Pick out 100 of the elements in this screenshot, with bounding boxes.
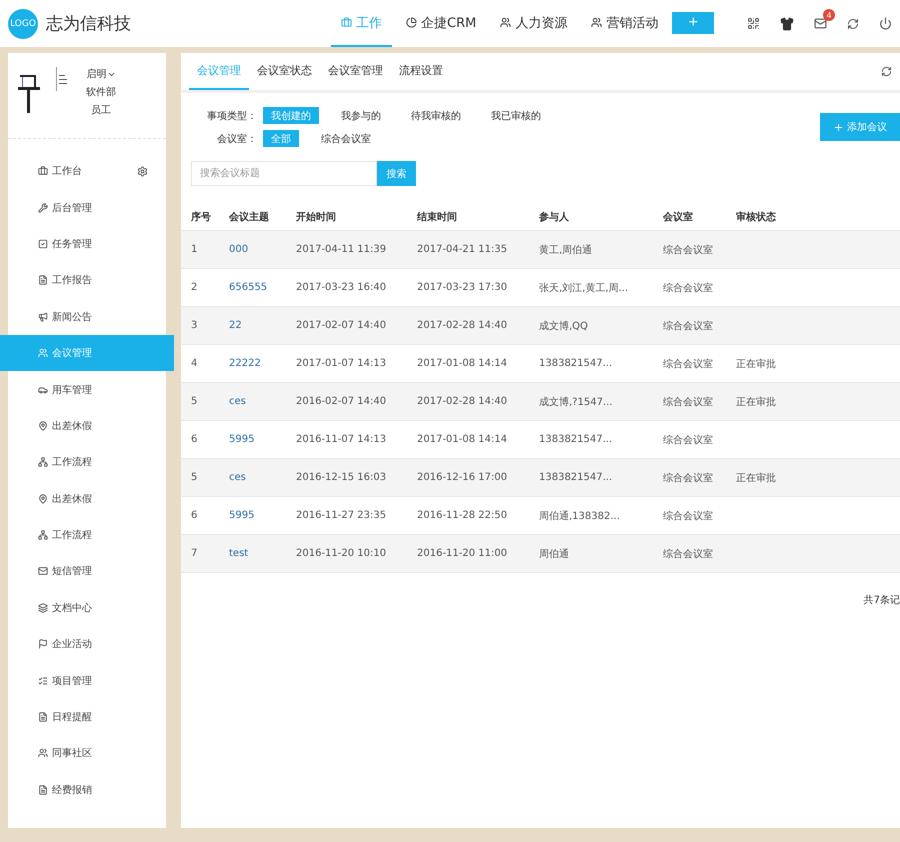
qr-code-icon[interactable] xyxy=(747,17,760,30)
column-header: 序号 xyxy=(191,210,212,225)
column-header: 开始时间 xyxy=(296,210,337,225)
table-cell-text: 1 xyxy=(191,243,198,257)
filter-option[interactable]: 综合会议室 xyxy=(313,130,379,147)
sidebar-item[interactable]: 经费报销 xyxy=(8,772,166,808)
sidebar-item[interactable]: 新闻公告 xyxy=(8,298,166,335)
meeting-link[interactable]: 5995 xyxy=(229,421,296,458)
sidebar-item[interactable]: 工作流程 xyxy=(8,516,166,554)
sidebar-item[interactable]: 工作台 xyxy=(8,153,166,190)
sidebar-item[interactable]: 出差休假 xyxy=(8,408,166,444)
sidebar-item[interactable]: 日程提醒 xyxy=(8,698,166,736)
sidebar-item[interactable]: 企业活动 xyxy=(8,626,166,662)
logo-badge: LOGO xyxy=(8,8,38,38)
table-cell-text: 2016-11-07 14:13 xyxy=(296,433,388,447)
layers-icon xyxy=(38,602,48,613)
table-cell-text: 周伯通,138382... xyxy=(539,510,621,524)
sidebar-item[interactable]: 文档中心 xyxy=(8,590,166,626)
mail-icon xyxy=(38,566,48,576)
user-name[interactable]: 启明 xyxy=(86,67,116,81)
table-cell-text: 5 xyxy=(191,471,198,485)
nav-tab[interactable]: 人力资源 xyxy=(490,0,578,47)
table-cell-text: 正在审批 xyxy=(736,358,777,372)
filter-label: 事项类型： xyxy=(206,110,257,122)
sidebar-item[interactable]: 同事社区 xyxy=(8,735,166,772)
people-icon xyxy=(38,748,48,758)
table-cell-text: 黄工,周伯通 xyxy=(539,244,594,258)
meeting-link[interactable]: test xyxy=(229,535,296,572)
sidebar-item[interactable]: 项目管理 xyxy=(8,662,166,699)
table-cell-text: 正在审批 xyxy=(736,396,777,410)
pin-icon xyxy=(38,420,48,431)
power-icon[interactable] xyxy=(879,17,892,30)
table-cell-text: 综合会议室 xyxy=(663,472,714,486)
meeting-link[interactable]: 5995 xyxy=(229,497,296,534)
table-cell-text: 2017-02-28 14:40 xyxy=(417,395,508,409)
table-cell-text: 成文博,?1547... xyxy=(539,396,614,410)
column-header: 结束时间 xyxy=(417,210,458,225)
sidebar-item[interactable]: 后台管理 xyxy=(8,189,166,226)
meeting-link[interactable]: 22222 xyxy=(229,345,296,382)
table-cell-text: 综合会议室 xyxy=(663,396,714,410)
sidebar-item[interactable]: 任务管理 xyxy=(8,226,166,262)
table-cell-text: 综合会议室 xyxy=(663,282,714,296)
briefcase-icon xyxy=(341,17,352,28)
table-cell-text: 1383821547... xyxy=(539,357,614,371)
table-cell-text: 张天,刘江,黄工,周... xyxy=(539,282,630,296)
table-cell-text: 3 xyxy=(191,319,198,333)
sidebar-item[interactable]: 工作流程 xyxy=(8,444,166,481)
sidebar-item[interactable]: 出差休假 xyxy=(8,480,166,517)
table-cell-text: 2017-02-28 14:40 xyxy=(417,319,508,333)
hierarchy-icon xyxy=(38,530,48,540)
table-cell-text: 2017-04-11 11:39 xyxy=(296,243,388,257)
table-cell-text: 5 xyxy=(191,395,198,409)
pin-icon xyxy=(38,494,48,504)
tab[interactable]: 会议室管理 xyxy=(320,53,391,90)
table-cell-text: 2017-02-07 14:40 xyxy=(296,319,388,333)
shirt-icon[interactable] xyxy=(780,16,794,30)
sidebar-item[interactable]: 用车管理 xyxy=(8,371,166,408)
meeting-link[interactable]: 000 xyxy=(229,231,296,268)
table-cell-text: 1383821547... xyxy=(539,471,614,485)
tab[interactable]: 流程设置 xyxy=(391,53,451,90)
table-cell-text: 2016-12-16 17:00 xyxy=(417,471,508,485)
table-cell-text: 2016-11-20 11:00 xyxy=(417,547,508,561)
tab[interactable]: 会议室状态 xyxy=(249,53,320,90)
meeting-link[interactable]: ces xyxy=(229,459,296,496)
sidebar-item[interactable]: 工作报告 xyxy=(8,262,166,299)
filter-option[interactable]: 我参与的 xyxy=(333,107,389,124)
table-cell-text: 周伯通 xyxy=(539,548,570,562)
sidebar-item[interactable]: 短信管理 xyxy=(8,553,166,590)
table-cell-text: 2016-12-15 16:03 xyxy=(296,471,388,485)
wrench-icon xyxy=(38,202,48,213)
table-cell-text: 综合会议室 xyxy=(663,358,714,372)
people-icon xyxy=(591,17,602,28)
search-field[interactable]: 搜索会议标题 xyxy=(191,161,377,186)
filter-option[interactable]: 待我审核的 xyxy=(403,107,469,124)
settings-icon[interactable] xyxy=(137,166,148,177)
mail-icon[interactable] xyxy=(814,17,827,30)
flag-icon xyxy=(38,639,48,650)
brand-name: 志为信科技 xyxy=(46,13,131,35)
filter-option[interactable]: 我已审核的 xyxy=(483,107,549,124)
briefcase-icon xyxy=(38,166,48,176)
nav-tab[interactable]: 营销活动 xyxy=(581,0,668,47)
meeting-link[interactable]: 22 xyxy=(229,307,296,344)
refresh-icon[interactable] xyxy=(847,18,859,30)
table-cell-text: 2017-03-23 17:30 xyxy=(417,281,508,295)
column-header: 会议室 xyxy=(663,210,694,225)
table-cell-text: 2017-01-08 14:14 xyxy=(417,357,508,371)
meeting-link[interactable]: ces xyxy=(229,383,296,420)
plus-icon xyxy=(833,122,844,132)
table-cell-text: 综合会议室 xyxy=(663,320,714,334)
table-cell-text: 2017-01-07 14:13 xyxy=(296,357,388,371)
hierarchy-icon xyxy=(38,457,48,468)
table-cell-text: 2 xyxy=(191,281,198,295)
megaphone-icon xyxy=(38,312,48,322)
table-cell-text: 6 xyxy=(191,433,198,447)
table-cell-text: 2017-03-23 16:40 xyxy=(296,281,388,295)
meeting-link[interactable]: 656555 xyxy=(229,269,296,306)
column-header: 参与人 xyxy=(539,210,570,225)
nav-tab[interactable]: 企捷CRM xyxy=(396,0,486,47)
filter-label: 会议室： xyxy=(216,132,257,146)
refresh-icon[interactable] xyxy=(881,66,892,77)
